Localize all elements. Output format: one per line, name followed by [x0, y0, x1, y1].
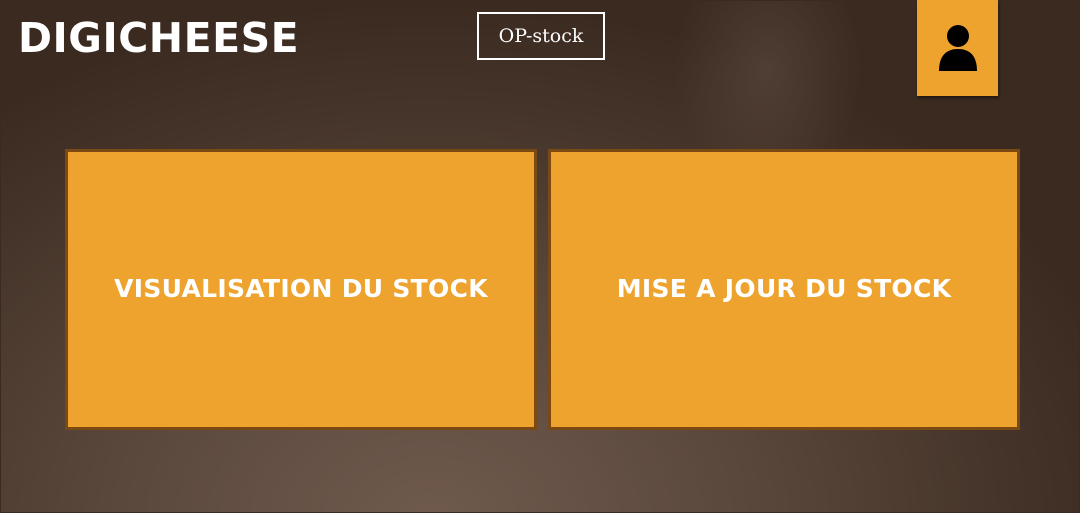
- module-badge: OP-stock: [477, 12, 605, 60]
- user-icon: [938, 25, 977, 71]
- stock-update-label: MISE A JOUR DU STOCK: [616, 274, 952, 303]
- user-account-button[interactable]: [917, 0, 998, 96]
- module-badge-label: OP-stock: [498, 25, 584, 47]
- stock-update-tile[interactable]: MISE A JOUR DU STOCK: [548, 149, 1020, 430]
- app-title: DIGICHEESE: [18, 14, 300, 62]
- stock-view-tile[interactable]: VISUALISATION DU STOCK: [65, 149, 537, 430]
- stock-view-label: VISUALISATION DU STOCK: [114, 274, 488, 303]
